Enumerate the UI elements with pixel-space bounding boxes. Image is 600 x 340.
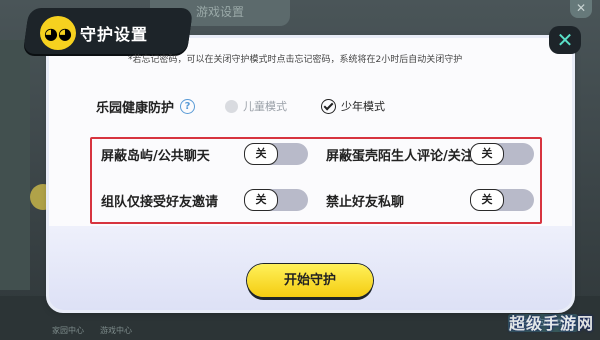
radio-checked-icon <box>321 98 337 114</box>
start-guard-button[interactable]: 开始守护 <box>247 264 373 297</box>
toggle-switch-island-chat[interactable]: 关 <box>244 143 308 165</box>
protection-label: 乐园健康防护 <box>96 100 175 116</box>
watermark: 超级手游网 <box>508 314 594 333</box>
question-icon[interactable]: ? <box>180 98 196 114</box>
close-icon[interactable]: ✕ <box>549 26 581 54</box>
dialog-title: 守护设置 <box>80 25 149 44</box>
mode-option-label: 少年模式 <box>341 100 386 113</box>
background-bottom-item: 家园中心 <box>52 326 84 335</box>
toggle-knob: 关 <box>244 143 278 165</box>
toggle-row-stranger-comments: 屏蔽蛋壳陌生人评论/关注 <box>326 143 474 165</box>
eggy-logo-icon: ◕◕ <box>37 13 79 53</box>
background-bottom-item: 游戏中心 <box>100 326 132 335</box>
mode-option-teen[interactable]: 少年模式 <box>321 98 385 114</box>
background-side-panel <box>0 40 30 290</box>
mode-option-child[interactable]: 儿童模式 <box>225 98 287 114</box>
toggle-knob: 关 <box>244 189 278 211</box>
password-hint: *若忘记密码，可以在关闭守护模式时点击忘记密码，系统将在2小时后自动关闭守护 <box>128 55 463 65</box>
toggle-label: 组队仅接受好友邀请 <box>101 194 219 210</box>
toggle-switch-team-invite[interactable]: 关 <box>244 189 308 211</box>
radio-unchecked-icon <box>225 99 239 113</box>
toggle-label: 禁止好友私聊 <box>326 194 405 210</box>
toggle-row-island-chat: 屏蔽岛屿/公共聊天 <box>101 143 210 165</box>
mode-option-label: 儿童模式 <box>243 100 288 113</box>
toggle-row-team-invite: 组队仅接受好友邀请 <box>101 189 218 211</box>
toggle-switch-friend-pm[interactable]: 关 <box>470 189 534 211</box>
toggle-knob: 关 <box>470 189 504 211</box>
background-close-icon: ✕ <box>570 0 592 18</box>
toggle-label: 屏蔽岛屿/公共聊天 <box>101 148 210 164</box>
toggle-knob: 关 <box>470 143 504 165</box>
toggle-switch-stranger-comments[interactable]: 关 <box>470 143 534 165</box>
protection-mode-row: 乐园健康防护 ? 儿童模式 少年模式 <box>96 97 385 116</box>
toggle-row-friend-pm: 禁止好友私聊 <box>326 189 404 211</box>
toggle-label: 屏蔽蛋壳陌生人评论/关注 <box>326 148 474 164</box>
